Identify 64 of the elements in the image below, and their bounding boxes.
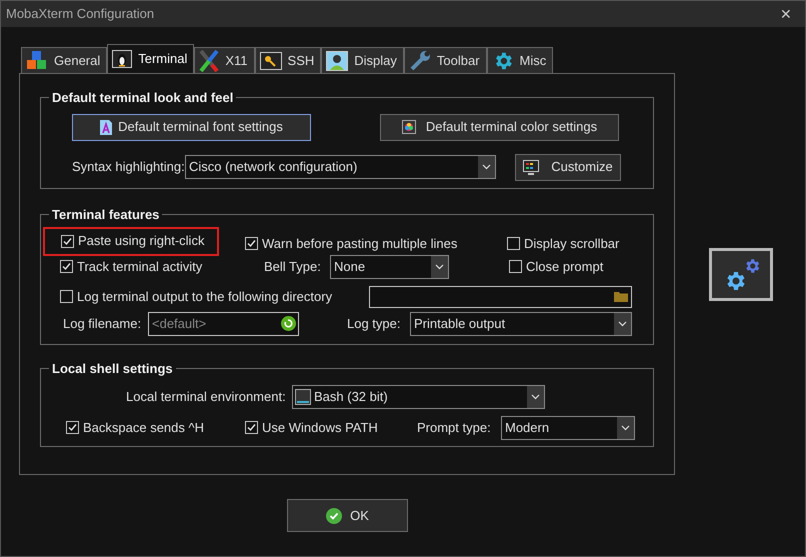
- customize-button[interactable]: Customize: [515, 154, 621, 180]
- monitor-icon: [326, 50, 348, 70]
- checkbox-label: Backspace sends ^H: [83, 418, 204, 437]
- tab[interactable]: Display: [321, 47, 404, 73]
- ok-button[interactable]: OK: [287, 499, 408, 532]
- group-title: Default terminal look and feel: [51, 89, 234, 107]
- font-file-icon: [100, 120, 112, 134]
- font-settings-button[interactable]: Default terminal font settings: [72, 114, 311, 140]
- group-title: Terminal features: [51, 206, 160, 224]
- checkbox-label: Warn before pasting multiple lines: [262, 234, 458, 253]
- chevron-down-icon: [618, 320, 627, 326]
- monitor-icon: [523, 160, 540, 174]
- checkbox-label: Paste using right-click: [78, 232, 204, 250]
- tab[interactable]: General: [21, 47, 108, 73]
- tab[interactable]: X11: [194, 47, 255, 73]
- color-settings-button[interactable]: Default terminal color settings: [380, 114, 619, 140]
- prompt-type-label: Prompt type:: [417, 418, 492, 437]
- syntax-label: Syntax highlighting:: [72, 158, 185, 176]
- bell-type-label: Bell Type:: [264, 258, 322, 276]
- directory-field[interactable]: [369, 286, 632, 308]
- color-wheel-icon: [402, 120, 416, 134]
- checkbox-label: Use Windows PATH: [262, 418, 378, 437]
- checkbox-label: Track terminal activity: [77, 258, 202, 276]
- checkbox[interactable]: [60, 290, 73, 303]
- checkbox[interactable]: [61, 234, 74, 248]
- checkbox[interactable]: [66, 421, 79, 434]
- checkbox[interactable]: [507, 236, 520, 250]
- wrench-icon: [408, 50, 431, 72]
- check-circle-icon: [326, 508, 342, 524]
- log-type-select[interactable]: Printable output: [410, 312, 632, 336]
- cubes-icon: [26, 50, 48, 72]
- log-type-label: Log type:: [347, 314, 402, 333]
- tab[interactable]: Terminal: [107, 44, 194, 73]
- terminal-icon: [295, 388, 311, 404]
- chevron-down-icon: [531, 394, 540, 400]
- x-icon: [199, 50, 220, 72]
- checkbox-label: Close prompt: [526, 258, 604, 276]
- prompt-type-select[interactable]: Modern: [501, 416, 635, 440]
- settings-button[interactable]: [709, 248, 773, 301]
- tab[interactable]: SSH: [254, 47, 322, 73]
- key-icon: [260, 52, 282, 70]
- chevron-down-icon: [621, 424, 630, 430]
- environment-label: Local terminal environment:: [126, 388, 287, 406]
- tab[interactable]: Toolbar: [404, 47, 487, 73]
- close-button[interactable]: ✕: [772, 4, 800, 24]
- chevron-down-icon: [435, 264, 444, 270]
- syntax-select[interactable]: Cisco (network configuration): [185, 155, 496, 179]
- checkbox[interactable]: [245, 421, 258, 434]
- environment-select[interactable]: Bash (32 bit): [292, 384, 545, 408]
- checkbox[interactable]: [509, 260, 522, 273]
- folder-icon: [614, 291, 628, 302]
- chevron-down-icon: [482, 164, 491, 170]
- penguin-icon: [112, 50, 132, 68]
- refresh-icon: [281, 316, 296, 330]
- bell-type-select[interactable]: None: [330, 254, 449, 278]
- log-filename-label: Log filename:: [63, 314, 142, 333]
- checkbox[interactable]: [245, 236, 258, 250]
- tab[interactable]: Misc: [486, 47, 554, 73]
- log-filename-field[interactable]: <default>: [148, 312, 299, 336]
- group-title: Local shell settings: [51, 360, 174, 378]
- checkbox-label: Log terminal output to the following directory: [77, 288, 332, 306]
- checkbox-label: Display scrollbar: [524, 234, 620, 253]
- window-title: MobaXterm Configuration: [6, 5, 154, 24]
- checkbox[interactable]: [60, 260, 73, 273]
